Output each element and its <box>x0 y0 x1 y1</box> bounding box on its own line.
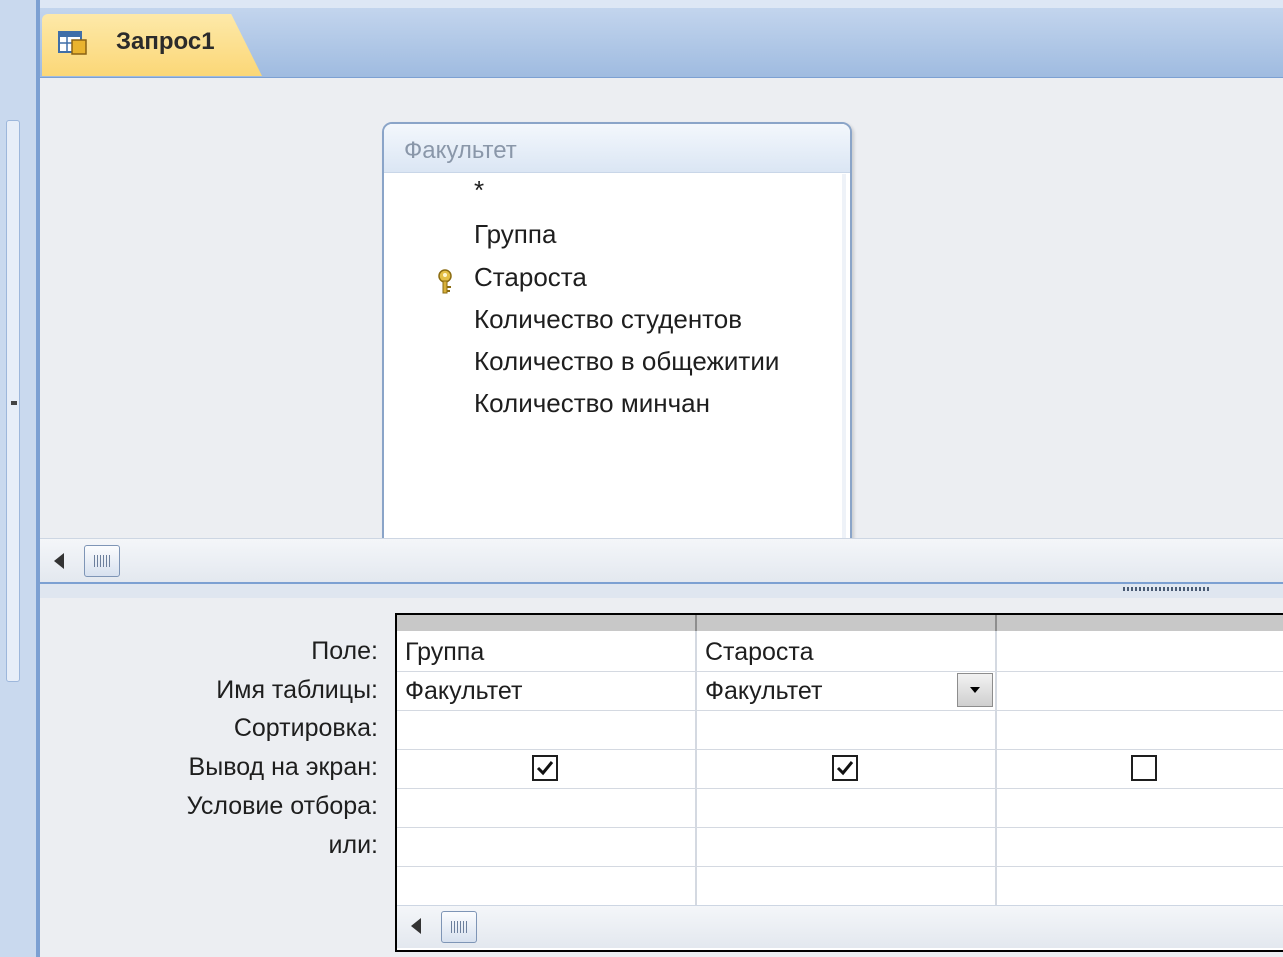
cell-field-col1[interactable]: Группа <box>405 638 484 667</box>
column-selector-3[interactable] <box>997 615 1283 631</box>
grid-scroll-thumb[interactable] <box>441 911 477 943</box>
grid-thumb-grip-icon <box>451 921 467 933</box>
cell-field-col2[interactable]: Староста <box>705 638 814 667</box>
field-starosta[interactable]: Староста <box>474 262 587 293</box>
scroll-thumb[interactable] <box>84 545 120 577</box>
field-gruppa[interactable]: Группа <box>474 219 556 250</box>
field-kolichestvo-minchan[interactable]: Количество минчан <box>474 388 710 419</box>
cell-table-col2[interactable]: Факультет <box>705 677 822 706</box>
row-label-show: Вывод на экран: <box>188 753 378 781</box>
column-selector-1[interactable] <box>397 615 697 631</box>
table-dropdown-button[interactable] <box>957 673 993 707</box>
tab-bar-highlight <box>40 0 1283 8</box>
tab-title: Запрос1 <box>116 28 215 55</box>
primary-key-icon <box>438 269 452 294</box>
scroll-left-arrow-icon[interactable] <box>54 553 64 569</box>
table-box-edge <box>842 174 846 554</box>
grid-scroll-left-arrow-icon[interactable] <box>411 918 421 934</box>
column-selector-2[interactable] <box>697 615 997 631</box>
field-all-asterisk[interactable]: * <box>474 175 484 206</box>
grid-line <box>397 788 1283 789</box>
grid-column-divider <box>995 631 997 907</box>
navigation-scrollbar[interactable] <box>6 120 20 682</box>
table-field-list-fakultet[interactable]: Факультет * Группа Староста Количество с… <box>382 122 852 566</box>
query-table-icon <box>58 31 87 55</box>
grid-line <box>397 866 1283 867</box>
grid-line <box>397 749 1283 750</box>
grid-horizontal-scrollbar[interactable] <box>397 905 1283 948</box>
show-checkbox-col3[interactable] <box>1131 755 1157 781</box>
grid-line <box>397 710 1283 711</box>
grid-column-divider <box>695 631 697 907</box>
row-label-or: или: <box>328 831 378 859</box>
grid-line <box>397 827 1283 828</box>
field-kolichestvo-studentov[interactable]: Количество студентов <box>474 304 742 335</box>
table-box-title[interactable]: Факультет <box>384 124 850 173</box>
checkmark-icon <box>836 761 854 776</box>
row-label-table-name: Имя таблицы: <box>216 676 378 704</box>
splitter-grip-icon <box>1123 587 1211 591</box>
row-label-sort: Сортировка: <box>233 714 378 742</box>
cell-table-col1[interactable]: Факультет <box>405 677 522 706</box>
checkmark-icon <box>536 761 554 776</box>
thumb-grip-icon <box>94 555 110 567</box>
design-area-horizontal-scrollbar[interactable] <box>40 538 1283 583</box>
scroll-grip-icon <box>11 401 17 405</box>
query-design-grid <box>395 613 1283 952</box>
show-checkbox-col1[interactable] <box>532 755 558 781</box>
row-label-field: Поле: <box>311 637 378 665</box>
grid-line <box>397 671 1283 672</box>
show-checkbox-col2[interactable] <box>832 755 858 781</box>
field-kolichestvo-v-obshchezhitii[interactable]: Количество в общежитии <box>474 346 779 377</box>
row-label-criteria: Условие отбора: <box>186 792 378 820</box>
